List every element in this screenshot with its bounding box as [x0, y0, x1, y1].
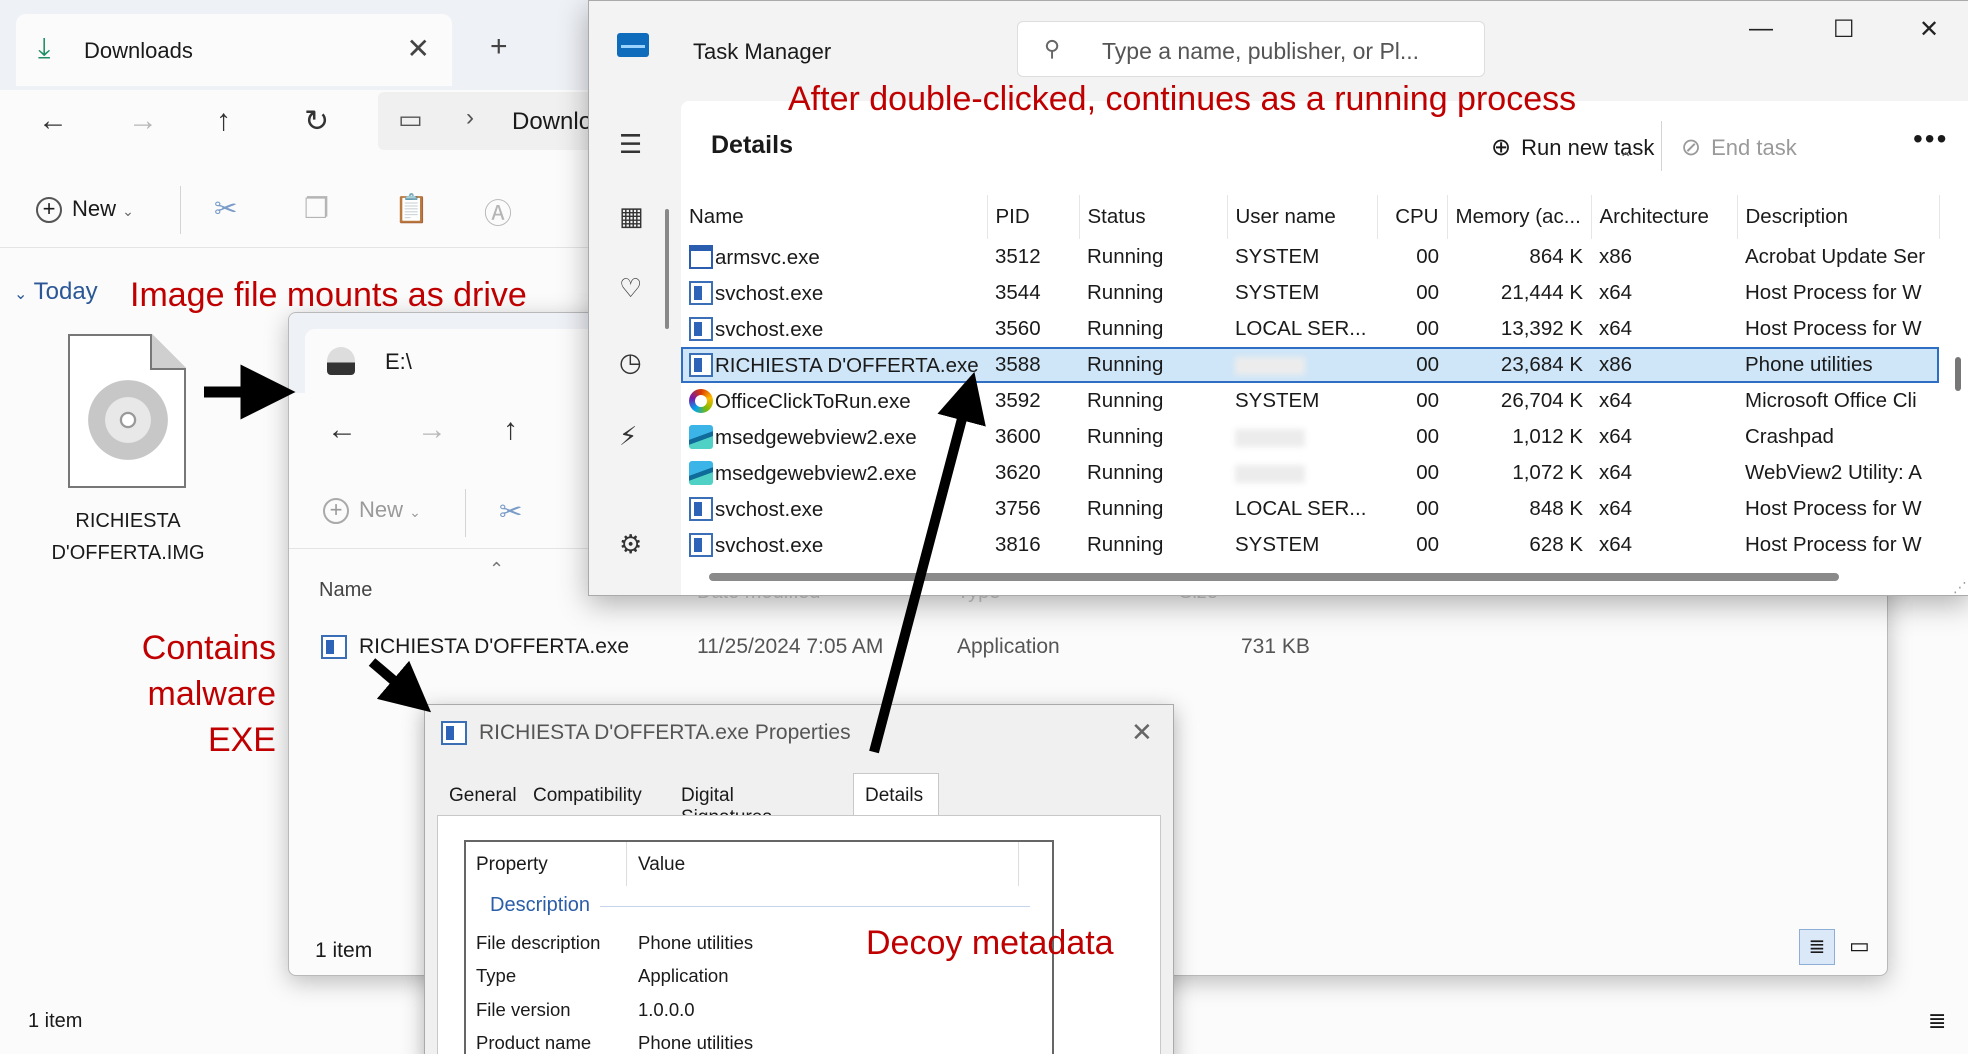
- arrow-to-properties: [368, 658, 432, 713]
- arrow-to-process: [869, 371, 986, 754]
- annotation-arrows: [204, 364, 986, 754]
